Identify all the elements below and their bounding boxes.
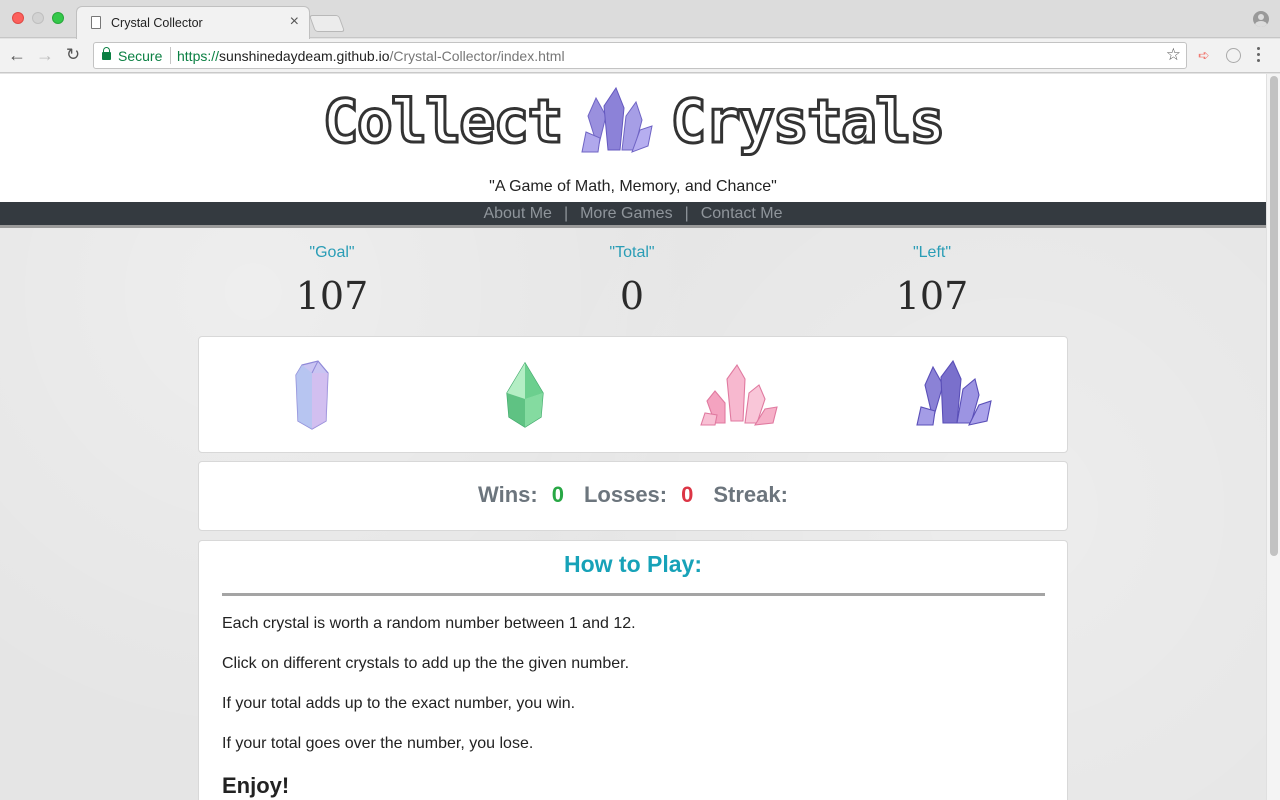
nav-more-games[interactable]: More Games: [580, 205, 672, 222]
logo-word-right: Crystals: [669, 86, 947, 159]
url-host: sunshinedaydeam.github.io: [219, 48, 390, 64]
goal-value: 107: [295, 274, 369, 318]
scrollbar-thumb[interactable]: [1270, 76, 1278, 556]
nav-contact-me[interactable]: Contact Me: [701, 205, 783, 222]
total-stat: "Total" 0: [482, 244, 782, 318]
instruction-line: Each crystal is worth a random number be…: [222, 615, 636, 632]
minimize-window-button[interactable]: [32, 12, 44, 24]
site-logo: Collect Crystals: [0, 86, 1266, 159]
secure-label: Secure: [118, 48, 163, 64]
divider: [222, 593, 1045, 596]
page-scrollbar[interactable]: [1266, 74, 1280, 800]
instruction-line: If your total goes over the number, you …: [222, 735, 534, 752]
tab-close-icon[interactable]: ×: [290, 13, 299, 31]
logo-word-left: Collect: [321, 86, 565, 159]
how-to-play-panel: How to Play: Each crystal is worth a ran…: [198, 540, 1068, 800]
close-window-button[interactable]: [12, 12, 24, 24]
nav-bar: About Me | More Games | Contact Me: [0, 202, 1266, 228]
left-label: "Left": [912, 244, 952, 261]
back-arrow-icon[interactable]: ←: [5, 43, 29, 67]
nav-about-me[interactable]: About Me: [483, 205, 551, 222]
page-viewport: Collect Crystals "A Game of Math, Memory…: [0, 74, 1266, 800]
extension-icon[interactable]: ➪: [1198, 47, 1210, 64]
streak-label: Streak:: [713, 482, 788, 507]
profile-icon[interactable]: [1253, 11, 1269, 27]
address-bar[interactable]: Secure https://sunshinedaydeam.github.io…: [93, 42, 1187, 69]
score-panel: Wins: 0 Losses: 0 Streak:: [198, 461, 1068, 531]
enjoy-heading: Enjoy!: [222, 773, 290, 798]
total-value: 0: [619, 274, 645, 318]
maximize-window-button[interactable]: [52, 12, 64, 24]
nav-separator: |: [684, 205, 689, 222]
new-tab-button[interactable]: [308, 15, 346, 32]
left-stat: "Left" 107: [782, 244, 1082, 318]
instruction-line: Click on different crystals to add up th…: [222, 655, 630, 672]
pink-cluster-crystal-button[interactable]: [699, 359, 779, 431]
instruction-line: If your total adds up to the exact numbe…: [222, 695, 576, 712]
goal-stat: "Goal" 107: [182, 244, 482, 318]
purple-cluster-crystal-button[interactable]: [913, 359, 993, 431]
browser-titlebar: Crystal Collector ×: [0, 0, 1280, 39]
url-path: /Crystal-Collector/index.html: [389, 48, 565, 64]
losses-label: Losses:: [583, 482, 668, 507]
page-icon: [91, 16, 101, 29]
losses-value: 0: [681, 482, 694, 507]
crystal-panel: [198, 336, 1068, 453]
logo-crystal-icon: [581, 86, 653, 153]
green-drop-crystal-button[interactable]: [485, 359, 565, 431]
tagline: "A Game of Math, Memory, and Chance": [489, 178, 777, 195]
page-header: Collect Crystals "A Game of Math, Memory…: [0, 74, 1266, 202]
forward-arrow-icon[interactable]: →: [33, 43, 57, 67]
browser-tab[interactable]: Crystal Collector ×: [76, 6, 310, 39]
score-row: Wins: 0 Losses: 0 Streak:: [199, 482, 1067, 508]
browser-menu-icon[interactable]: [1257, 47, 1261, 63]
blue-prism-crystal-button[interactable]: [272, 359, 352, 431]
tab-title: Crystal Collector: [111, 16, 203, 30]
total-label: "Total": [609, 244, 655, 261]
bookmark-star-icon[interactable]: ☆: [1166, 45, 1181, 65]
left-value: 107: [895, 274, 969, 318]
wins-label: Wins:: [478, 482, 538, 507]
lock-icon: [102, 47, 111, 60]
url-scheme: https://: [177, 48, 220, 64]
wins-value: 0: [551, 482, 564, 507]
url-text[interactable]: https://sunshinedaydeam.github.io/Crysta…: [177, 48, 565, 64]
browser-toolbar: ← → ↻ Secure https://sunshinedaydeam.git…: [0, 39, 1280, 73]
how-to-play-title: How to Play:: [563, 551, 702, 577]
extension-circle-icon[interactable]: [1226, 48, 1241, 63]
goal-label: "Goal": [309, 244, 355, 261]
nav-separator: |: [563, 205, 569, 222]
address-separator: [170, 47, 171, 64]
reload-icon[interactable]: ↻: [61, 43, 85, 67]
